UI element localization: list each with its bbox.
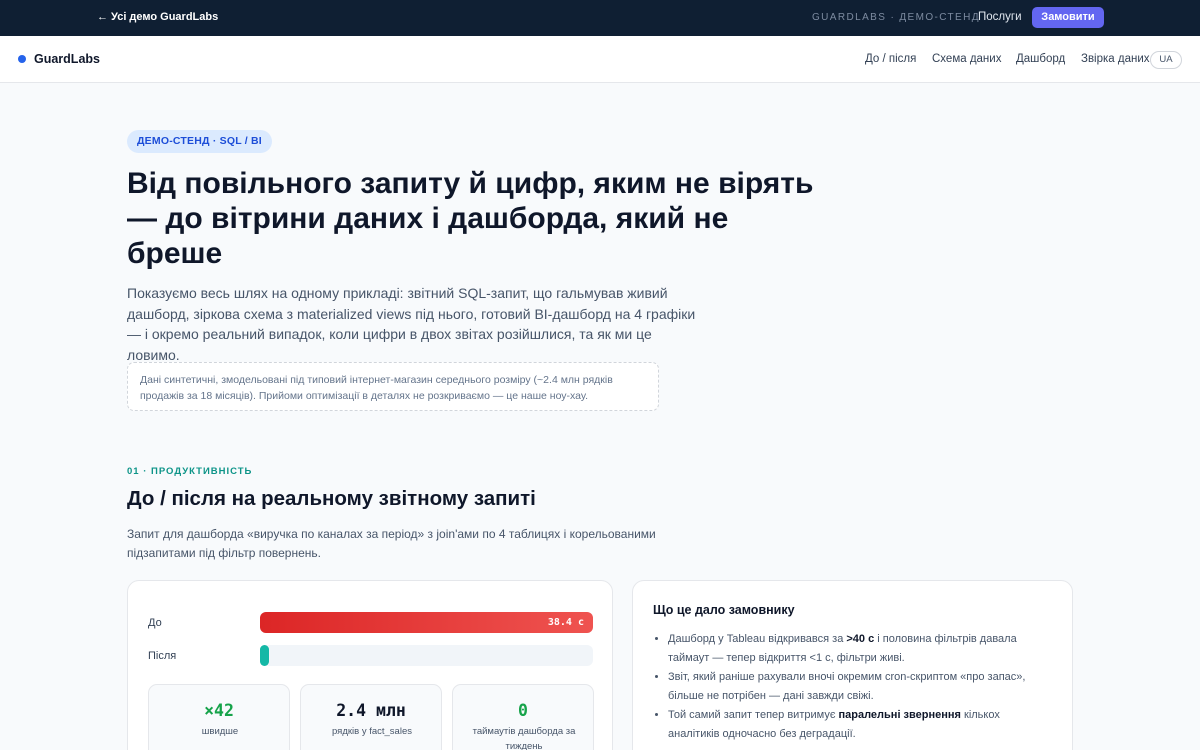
data-disclaimer-note: Дані синтетичні, змодельовані під типови… xyxy=(127,362,659,411)
all-demos-link[interactable]: ← Усі демо GuardLabs xyxy=(97,11,218,23)
stat-label: швидше xyxy=(201,726,239,737)
section-title: До / після на реальному звітному запиті xyxy=(127,487,536,510)
before-bar: 38.4 с xyxy=(260,612,593,633)
stat-label: рядків у fact_sales xyxy=(332,726,412,737)
stat-label: таймаутів дашборда за тиждень xyxy=(472,726,576,750)
stat-timeouts: 0 таймаутів дашборда за тиждень xyxy=(452,684,594,750)
brand-dot-icon xyxy=(18,55,26,63)
result-title: Що це дало замовнику xyxy=(653,603,795,617)
result-item: Звіт, який раніше рахували вночі окремим… xyxy=(668,668,1048,706)
stat-rows: 2.4 млн рядків у fact_sales xyxy=(300,684,442,750)
performance-card: До 38.4 с Після ×42 швидше 2.4 млн рядкі… xyxy=(127,580,613,750)
nav-item-reconciliation[interactable]: Звірка даних xyxy=(1081,53,1150,65)
after-label: Після xyxy=(148,650,177,662)
stat-value: 2.4 млн xyxy=(336,701,406,720)
demo-tag: GUARDLABS · ДЕМО-СТЕНД xyxy=(812,12,980,23)
stat-speedup: ×42 швидше xyxy=(148,684,290,750)
after-bar xyxy=(260,645,269,666)
result-item: Той самий запит тепер витримує паралельн… xyxy=(668,706,1048,744)
before-bar-track: 38.4 с xyxy=(260,612,593,633)
main-nav: GuardLabs До / після Схема даних Дашборд… xyxy=(0,36,1200,83)
nav-item-before-after[interactable]: До / після xyxy=(865,53,916,65)
brand-logo[interactable]: GuardLabs xyxy=(34,52,100,66)
section-eyebrow: 01 · ПРОДУКТИВНІСТЬ xyxy=(127,466,253,477)
after-bar-track xyxy=(260,645,593,666)
result-list: Дашборд у Tableau відкривався за >40 с і… xyxy=(668,630,1048,744)
before-label: До xyxy=(148,617,162,629)
language-switch[interactable]: UA xyxy=(1150,51,1182,69)
hero-subtitle: Показуємо весь шлях на одному прикладі: … xyxy=(127,285,696,363)
section-description: Запит для дашборда «виручка по каналах з… xyxy=(127,527,656,560)
hero-badge: ДЕМО-СТЕНД · SQL / BI xyxy=(127,130,272,153)
result-card: Що це дало замовнику Дашборд у Tableau в… xyxy=(632,580,1073,750)
stat-value: ×42 xyxy=(204,701,234,720)
order-button[interactable]: Замовити xyxy=(1032,7,1104,28)
top-bar: ← Усі демо GuardLabs GUARDLABS · ДЕМО-СТ… xyxy=(0,0,1200,36)
result-item: Дашборд у Tableau відкривався за >40 с і… xyxy=(668,630,1048,668)
stat-value: 0 xyxy=(518,701,528,720)
hero-title: Від повільного запиту й цифр, яким не ві… xyxy=(127,167,814,270)
nav-item-dashboard[interactable]: Дашборд xyxy=(1016,53,1065,65)
services-link[interactable]: Послуги xyxy=(978,11,1022,23)
nav-item-data-schema[interactable]: Схема даних xyxy=(932,53,1001,65)
